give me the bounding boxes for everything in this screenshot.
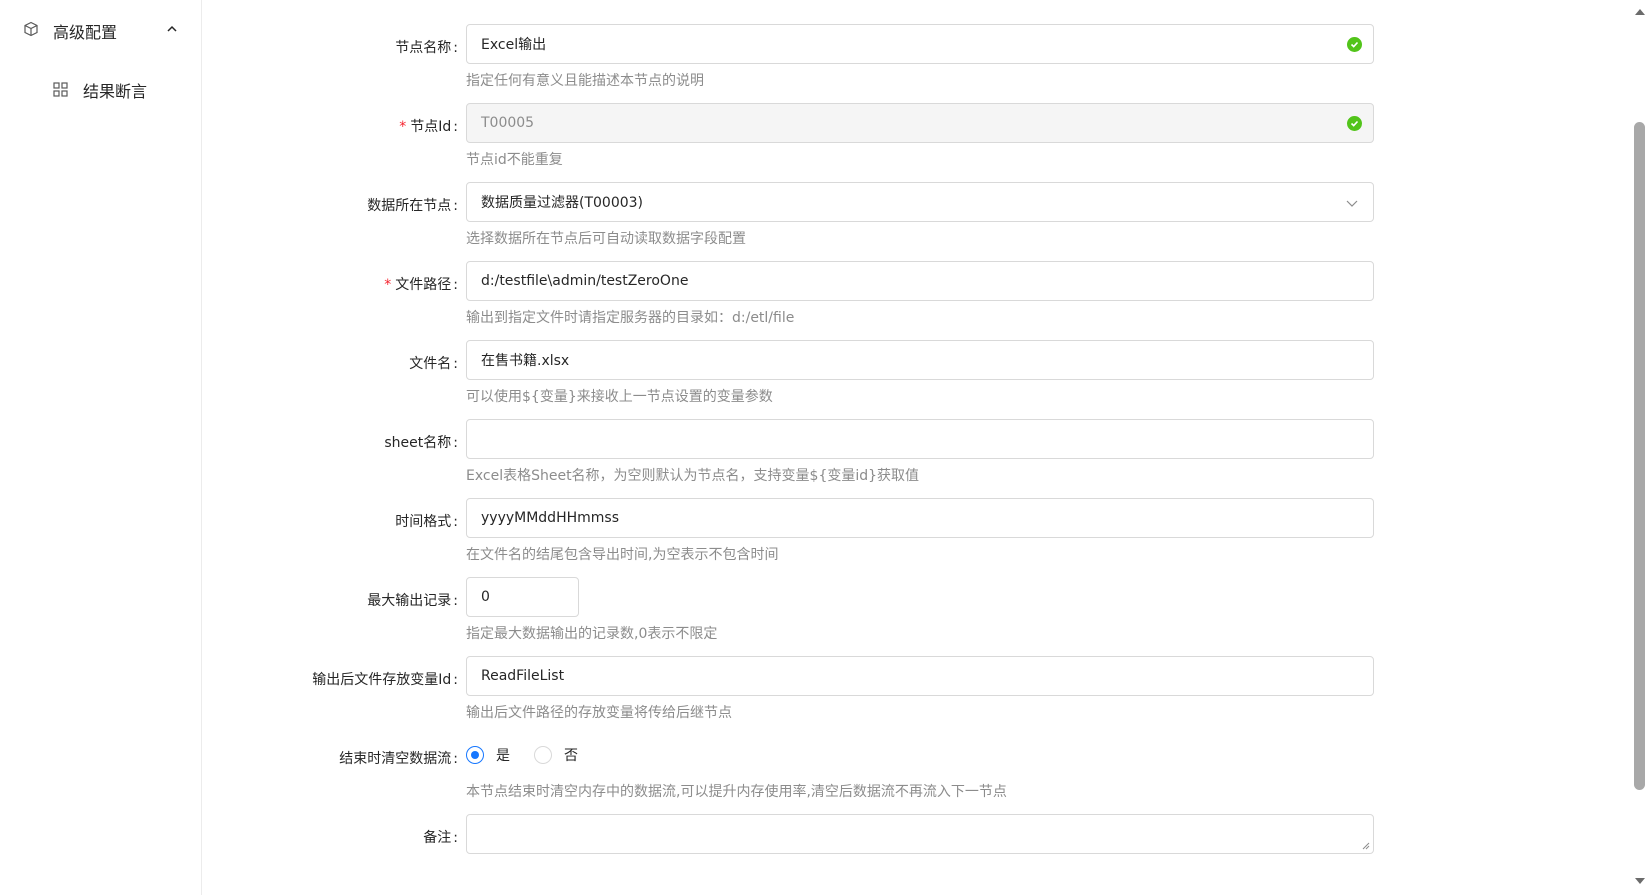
resize-handle-icon[interactable] <box>1362 842 1370 850</box>
field-help: 在文件名的结尾包含导出时间,为空表示不包含时间 <box>466 547 779 563</box>
remark-textarea[interactable] <box>466 814 1374 854</box>
field-label: sheet名称: <box>384 435 458 451</box>
check-circle-icon <box>1347 37 1362 52</box>
file-name-input[interactable]: 在售书籍.xlsx <box>466 340 1374 380</box>
field-help: 指定任何有意义且能描述本节点的说明 <box>466 73 704 89</box>
field-help: 节点id不能重复 <box>466 152 563 168</box>
radio-label: 否 <box>564 748 578 764</box>
input-value: Excel输出 <box>481 37 547 53</box>
field-label: 数据所在节点: <box>367 198 458 214</box>
radio-circle-icon[interactable] <box>534 746 552 764</box>
select-value: 数据质量过滤器(T00003) <box>481 195 644 211</box>
form-row-node-id: * 节点Id: T00005 节点id不能重复 <box>0 103 1630 183</box>
form-row-file-path: * 文件路径: d:/testfile\admin/testZeroOne 输出到… <box>0 261 1630 341</box>
node-id-input[interactable]: T00005 <box>466 103 1374 143</box>
form-row-remark: 备注: <box>0 814 1630 894</box>
field-help: 输出后文件路径的存放变量将传给后继节点 <box>466 705 732 721</box>
field-help: Excel表格Sheet名称，为空则默认为节点名，支持变量${变量id}获取值 <box>466 468 920 484</box>
vertical-scrollbar[interactable] <box>1630 0 1650 895</box>
file-path-input[interactable]: d:/testfile\admin/testZeroOne <box>466 261 1374 301</box>
field-label: 时间格式: <box>395 514 458 530</box>
input-value: T00005 <box>481 115 535 131</box>
node-name-input[interactable]: Excel输出 <box>466 24 1374 64</box>
scroll-down-arrow-icon[interactable] <box>1634 877 1646 885</box>
field-help: 本节点结束时清空内存中的数据流,可以提升内存使用率,清空后数据流不再流入下一节点 <box>466 784 1007 800</box>
radio-no[interactable]: 否 <box>534 745 578 765</box>
output-var-input[interactable]: ReadFileList <box>466 656 1374 696</box>
scroll-up-arrow-icon[interactable] <box>1634 8 1646 16</box>
form-row-time-format: 时间格式: yyyyMMddHHmmss 在文件名的结尾包含导出时间,为空表示不… <box>0 498 1630 578</box>
form-row-file-name: 文件名: 在售书籍.xlsx 可以使用${变量}来接收上一节点设置的变量参数 <box>0 340 1630 420</box>
radio-yes[interactable]: 是 <box>466 745 510 765</box>
required-asterisk: * <box>384 277 392 293</box>
input-value: 0 <box>481 589 490 605</box>
time-format-input[interactable]: yyyyMMddHHmmss <box>466 498 1374 538</box>
required-asterisk: * <box>399 119 407 135</box>
input-value: yyyyMMddHHmmss <box>481 510 619 526</box>
field-label: 输出后文件存放变量Id: <box>312 672 458 688</box>
node-config-form: 节点名称: Excel输出 指定任何有意义且能描述本节点的说明 * 节点Id: T… <box>0 0 1630 895</box>
field-help: 输出到指定文件时请指定服务器的目录如：d:/etl/file <box>466 310 795 326</box>
field-label: * 文件路径: <box>384 277 458 293</box>
max-records-input[interactable]: 0 <box>466 577 579 617</box>
form-row-clear-stream: 结束时清空数据流: 是 否 本节点结束时清空内存中的数据流,可以提升内存使用率,… <box>0 735 1630 815</box>
form-row-data-node: 数据所在节点: 数据质量过滤器(T00003) 选择数据所在节点后可自动读取数据… <box>0 182 1630 262</box>
field-help: 选择数据所在节点后可自动读取数据字段配置 <box>466 231 746 247</box>
field-label: 文件名: <box>409 356 458 372</box>
field-help: 指定最大数据输出的记录数,0表示不限定 <box>466 626 718 642</box>
radio-circle-icon[interactable] <box>466 746 484 764</box>
form-row-output-var: 输出后文件存放变量Id: ReadFileList 输出后文件路径的存放变量将传… <box>0 656 1630 736</box>
form-row-sheet-name: sheet名称: Excel表格Sheet名称，为空则默认为节点名，支持变量${… <box>0 419 1630 499</box>
field-label: 结束时清空数据流: <box>339 751 458 767</box>
input-value: d:/testfile\admin/testZeroOne <box>481 273 689 289</box>
form-row-max-records: 最大输出记录: 0 指定最大数据输出的记录数,0表示不限定 <box>0 577 1630 657</box>
input-value: ReadFileList <box>481 668 565 684</box>
field-label: * 节点Id: <box>399 119 458 135</box>
check-circle-icon <box>1347 116 1362 131</box>
field-label: 最大输出记录: <box>367 593 458 609</box>
field-label: 节点名称: <box>395 40 458 56</box>
input-value: 在售书籍.xlsx <box>481 353 570 369</box>
radio-label: 是 <box>496 748 510 764</box>
sheet-name-input[interactable] <box>466 419 1374 459</box>
app-root: 高级配置 结果断言 节点名称: Excel输出 指定任何有意义且能描述本节点的说… <box>0 0 1650 895</box>
clear-stream-radio-group: 是 否 <box>466 743 602 767</box>
field-help: 可以使用${变量}来接收上一节点设置的变量参数 <box>466 389 773 405</box>
field-label: 备注: <box>423 830 458 846</box>
chevron-down-icon <box>1346 200 1358 207</box>
form-row-node-name: 节点名称: Excel输出 指定任何有意义且能描述本节点的说明 <box>0 24 1630 104</box>
scrollbar-thumb[interactable] <box>1634 122 1645 790</box>
data-node-select[interactable]: 数据质量过滤器(T00003) <box>466 182 1374 222</box>
